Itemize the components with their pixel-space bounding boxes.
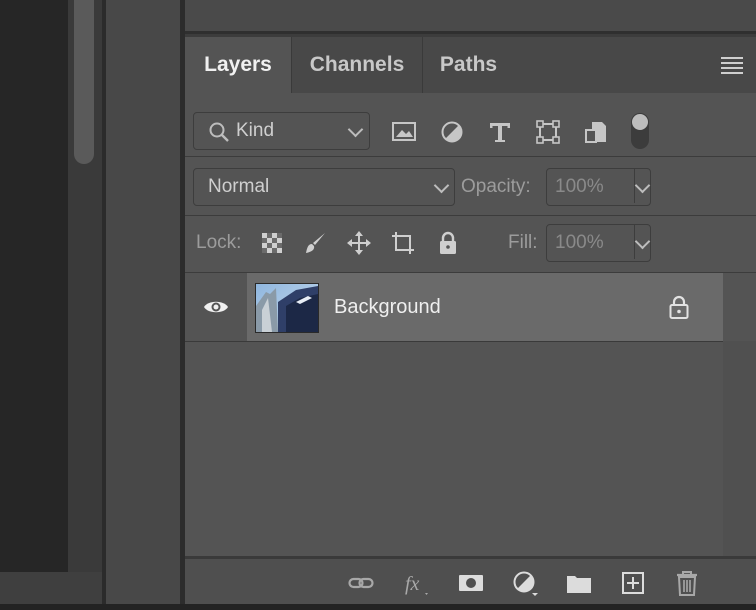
lock-transparent-pixels-icon[interactable] xyxy=(259,230,285,256)
link-layers-icon[interactable] xyxy=(348,570,374,596)
lock-all-icon[interactable] xyxy=(435,230,461,256)
tab-bar-empty xyxy=(516,37,756,93)
fill-input[interactable]: 100% xyxy=(546,224,651,262)
layer-lock-icon xyxy=(669,295,689,319)
type-filter-icon[interactable] xyxy=(487,119,513,145)
new-group-icon[interactable] xyxy=(566,570,592,596)
tab-paths[interactable]: Paths xyxy=(421,37,517,93)
opacity-value: 100% xyxy=(555,176,604,197)
lock-label: Lock: xyxy=(196,232,242,253)
filter-kind-label: Kind xyxy=(236,120,275,141)
fill-value: 100% xyxy=(555,232,604,253)
tab-channels[interactable]: Channels xyxy=(291,37,423,93)
panel-menu-icon[interactable] xyxy=(721,57,743,74)
canvas-bottom-strip xyxy=(0,572,102,604)
collapsed-panel-dock xyxy=(106,0,180,610)
fill-label: Fill: xyxy=(508,232,538,253)
layers-panel-footer: fx xyxy=(185,556,756,607)
canvas-scrollbar-thumb[interactable] xyxy=(74,0,94,164)
svg-text:fx: fx xyxy=(405,573,420,595)
layer-visibility-toggle[interactable] xyxy=(185,273,248,341)
delete-layer-icon[interactable] xyxy=(674,570,700,596)
layers-panel: Layers Channels Paths Kind Normal Opacit… xyxy=(185,37,756,607)
eye-icon xyxy=(204,301,228,313)
blend-mode-select[interactable]: Normal xyxy=(193,168,455,206)
lock-artboard-icon[interactable] xyxy=(390,230,416,256)
layer-name[interactable]: Background xyxy=(334,273,441,341)
fx-icon[interactable]: fx xyxy=(403,570,429,596)
window-bottom-edge xyxy=(0,604,756,610)
upper-panel-area xyxy=(185,0,756,34)
adjustment-filter-icon[interactable] xyxy=(439,119,465,145)
tab-layers[interactable]: Layers xyxy=(185,37,291,93)
new-adjustment-icon[interactable] xyxy=(512,570,538,596)
filter-toggle-icon[interactable] xyxy=(631,113,649,149)
blend-mode-value: Normal xyxy=(208,176,270,197)
filter-kind-select[interactable]: Kind xyxy=(193,112,370,150)
image-filter-icon[interactable] xyxy=(391,119,417,145)
chevron-down-icon xyxy=(347,121,364,138)
layer-thumbnail xyxy=(255,283,319,333)
lock-position-icon[interactable] xyxy=(346,230,372,256)
shape-filter-icon[interactable] xyxy=(535,119,561,145)
add-mask-icon[interactable] xyxy=(458,570,484,596)
search-icon xyxy=(209,122,229,142)
layers-list-scrollbar[interactable] xyxy=(723,341,756,556)
layers-list-empty-area[interactable] xyxy=(185,341,723,557)
chevron-down-icon xyxy=(433,177,450,194)
lock-image-pixels-icon[interactable] xyxy=(303,230,329,256)
smart-object-filter-icon[interactable] xyxy=(583,119,609,145)
document-canvas-area xyxy=(0,0,68,610)
layer-row[interactable]: Background xyxy=(185,273,723,341)
opacity-label: Opacity: xyxy=(461,176,531,197)
layers-panel-body: Kind Normal Opacity: 100% Lock: Fill: 10… xyxy=(185,93,756,607)
opacity-input[interactable]: 100% xyxy=(546,168,651,206)
new-layer-icon[interactable] xyxy=(620,570,646,596)
layer-item-background[interactable]: Background xyxy=(247,273,723,341)
chevron-down-icon[interactable] xyxy=(634,233,651,250)
chevron-down-icon[interactable] xyxy=(634,177,651,194)
